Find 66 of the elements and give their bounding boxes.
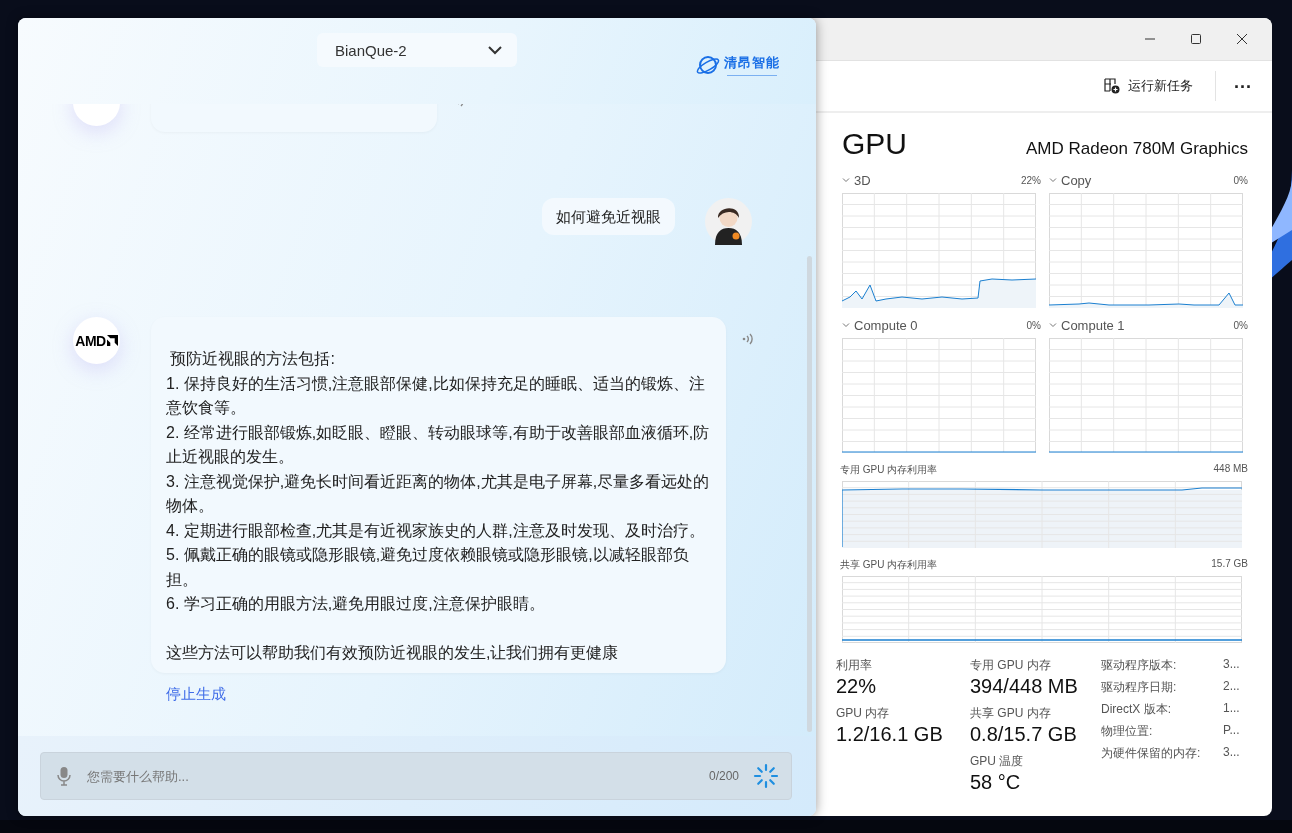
- detail-label: 为硬件保留的内存:: [1101, 745, 1202, 762]
- message-paragraph: 3. 注意视觉保护,避免长时间看近距离的物体,尤其是电子屏幕,尽量多看远处的物体。: [166, 471, 710, 516]
- message-paragraph: 1. 保持良好的生活习惯,注意眼部保健,比如保持充足的睡眠、适当的锻炼、注意饮食等。: [166, 373, 706, 418]
- chevron-icon: [1049, 321, 1057, 329]
- stat-value: 1.2/16.1 GB: [836, 723, 944, 746]
- memory-graph-label: 共享 GPU 内存利用率: [840, 558, 938, 572]
- stop-generating-link[interactable]: 停止生成: [166, 685, 226, 704]
- scrollbar[interactable]: [807, 256, 812, 732]
- model-dropdown[interactable]: BianQue-2: [317, 33, 517, 67]
- engine-label[interactable]: 3D: [854, 172, 871, 188]
- character-counter: 0/200: [708, 769, 739, 783]
- memory-graph-max: 448 MB: [1213, 463, 1248, 476]
- chevron-icon: [1049, 176, 1057, 184]
- chevron-icon: [842, 321, 850, 329]
- stat-label: 共享 GPU 内存: [970, 705, 1052, 722]
- detail-label: 驱动程序日期:: [1101, 679, 1178, 696]
- detail-label: 物理位置:: [1101, 723, 1154, 740]
- engine-label[interactable]: Compute 0: [854, 317, 918, 333]
- planet-logo-icon: [696, 54, 720, 76]
- detail-value: 3...: [1223, 657, 1241, 673]
- detail-value: 3...: [1223, 745, 1241, 761]
- engine-usage: 0%: [1233, 174, 1248, 186]
- detail-value: P...: [1223, 723, 1241, 739]
- more-button[interactable]: ...: [1230, 71, 1256, 101]
- detail-label: 驱动程序版本:: [1101, 657, 1178, 674]
- maximize-icon[interactable]: [1190, 33, 1202, 45]
- stat-value: 394/448 MB: [970, 675, 1079, 698]
- stat-label: 利用率: [836, 657, 873, 674]
- run-new-task-button[interactable]: 运行新任务: [1096, 71, 1201, 101]
- stat-label: 专用 GPU 内存: [970, 657, 1052, 674]
- stat-label: GPU 温度: [970, 753, 1025, 770]
- stat-value: 58 °C: [970, 771, 1022, 794]
- stat-label: GPU 内存: [836, 705, 891, 722]
- engine-label[interactable]: Copy: [1061, 172, 1092, 188]
- engine-label[interactable]: Compute 1: [1061, 317, 1125, 333]
- window-add-icon: [1104, 78, 1120, 94]
- close-icon[interactable]: [1236, 33, 1248, 45]
- engine-usage: 0%: [1026, 319, 1041, 331]
- stat-value: 22%: [836, 675, 878, 698]
- message-paragraph: 5. 佩戴正确的眼镜或隐形眼镜,避免过度依赖眼镜或隐形眼镜,以减轻眼部负担。: [166, 545, 690, 590]
- stat-value: 0.8/15.7 GB: [970, 723, 1078, 746]
- memory-graph-label: 专用 GPU 内存利用率: [840, 463, 938, 477]
- message-paragraph: 4. 定期进行眼部检查,尤其是有近视家族史的人群,注意及时发现、及时治疗。: [166, 520, 706, 541]
- message-paragraph: 6. 学习正确的用眼方法,避免用眼过度,注意保护眼睛。: [166, 594, 546, 614]
- message-paragraph: 预防近视眼的方法包括:: [169, 349, 336, 369]
- avatar-text: AMD: [75, 332, 106, 349]
- microphone-icon[interactable]: [57, 766, 71, 786]
- message-input-field[interactable]: 您需要什么帮助... 0/200: [40, 752, 792, 800]
- detail-value: 1...: [1223, 701, 1241, 717]
- engine-usage: 0%: [1233, 319, 1248, 331]
- loading-spinner-icon: [753, 763, 779, 789]
- message-paragraph: 2. 经常进行眼部锻炼,如眨眼、瞪眼、转动眼球等,有助于改善眼部血液循环,防止近视眼的发生。: [166, 422, 710, 467]
- page-title: GPU: [842, 127, 907, 161]
- user-message: 如何避免近视眼: [542, 198, 675, 235]
- chevron-down-icon: [487, 45, 503, 55]
- engine-usage: 22%: [1021, 174, 1041, 186]
- message-paragraph: 这些方法可以帮助我们有效预防近视眼的发生,让我们拥有更健康: [166, 642, 620, 663]
- user-avatar-icon: [705, 198, 752, 245]
- logo-name: 清昂智能: [724, 54, 780, 72]
- arrow-logo-icon: [106, 335, 118, 346]
- memory-graph-max: 15.7 GB: [1211, 558, 1248, 571]
- chevron-icon: [842, 176, 850, 184]
- detail-label: DirectX 版本:: [1101, 701, 1172, 718]
- device-name: AMD Radeon 780M Graphics: [1025, 139, 1248, 159]
- message-input[interactable]: 您需要什么帮助...: [85, 767, 695, 785]
- detail-value: 2...: [1223, 679, 1241, 695]
